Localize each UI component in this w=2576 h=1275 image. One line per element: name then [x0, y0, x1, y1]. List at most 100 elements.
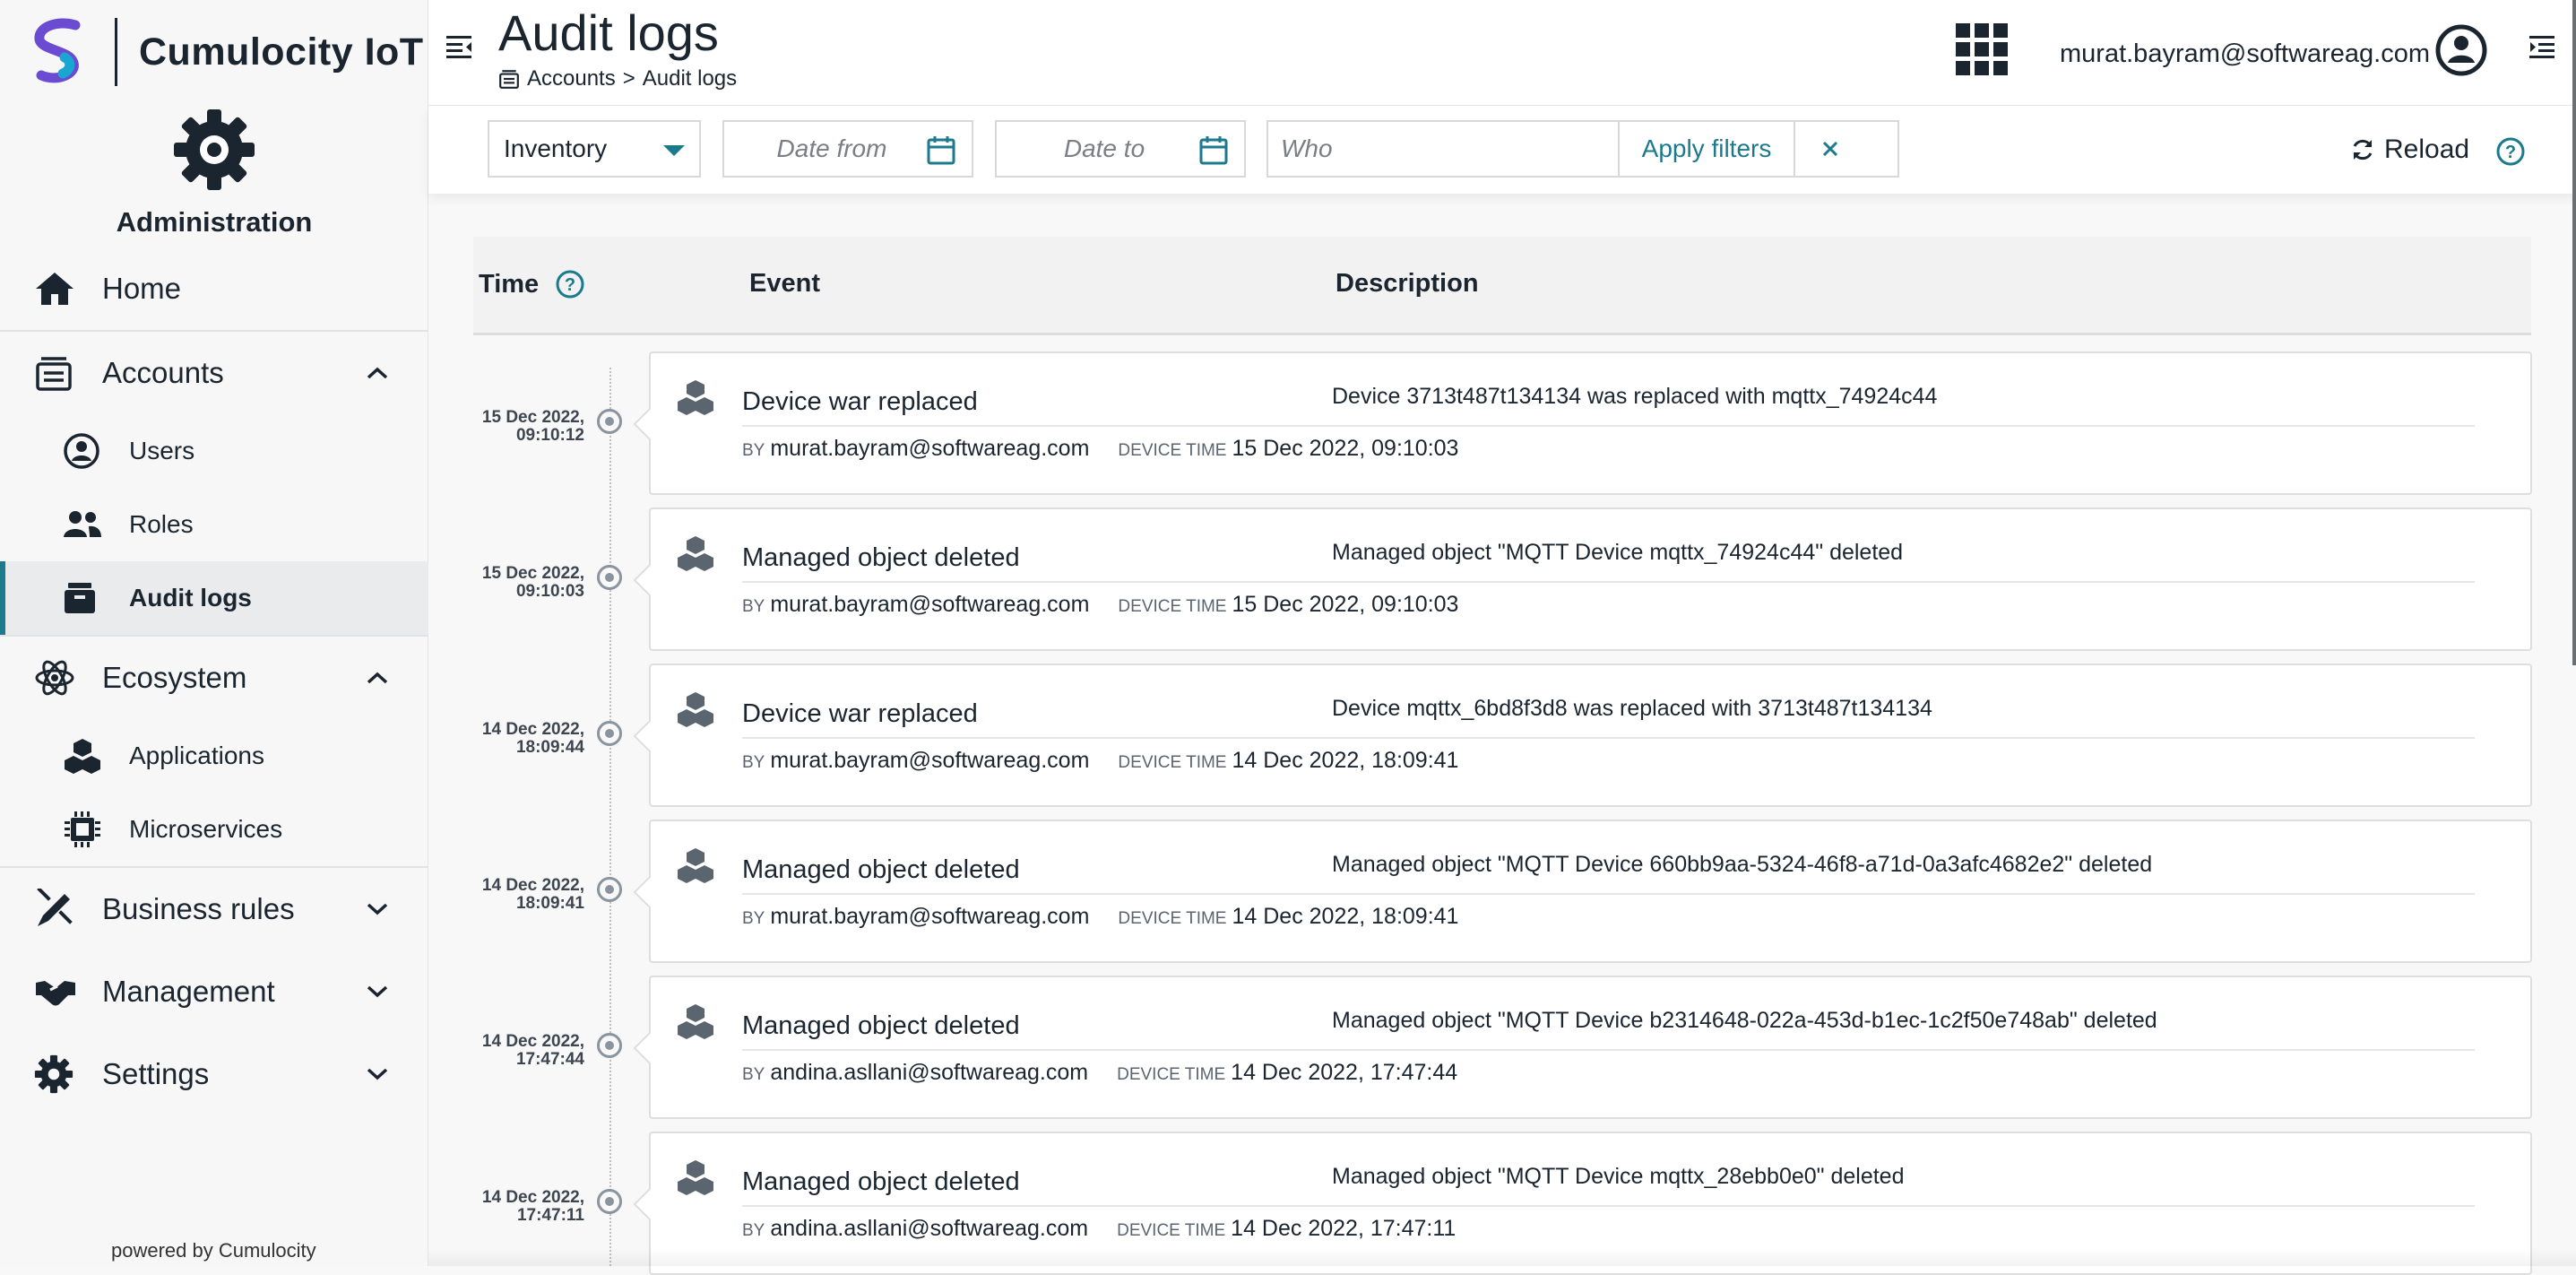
reload-button[interactable]: Reload — [2350, 134, 2469, 165]
scrollbar-thumb[interactable] — [2572, 0, 2576, 665]
device-time-value: 14 Dec 2022, 18:09:41 — [1232, 748, 1459, 773]
brand-name: Cumulocity IoT — [139, 30, 424, 74]
date-from-field[interactable]: Date from — [722, 120, 973, 178]
type-select[interactable]: Inventory — [488, 120, 701, 178]
audit-log-card[interactable]: Device war replaced Device 3713t487t1341… — [649, 351, 2532, 495]
svg-text:?: ? — [565, 275, 575, 295]
breadcrumb-separator: > — [622, 66, 635, 91]
event-description: Managed object "MQTT Device b2314648-022… — [1332, 1008, 2157, 1033]
breadcrumb: Accounts > Audit logs — [498, 66, 737, 91]
row-date: 14 Dec 2022, — [481, 876, 584, 895]
user-avatar-icon[interactable] — [2434, 23, 2488, 77]
event-user: andina.asllani@softwareag.com — [770, 1216, 1089, 1241]
event-description: Managed object "MQTT Device 660bb9aa-532… — [1332, 852, 2153, 877]
audit-log-card[interactable]: Managed object deleted Managed object "M… — [649, 507, 2532, 651]
event-title: Managed object deleted — [742, 1011, 1020, 1040]
event-description: Device mqttx_6bd8f3d8 was replaced with … — [1332, 696, 1932, 721]
applications-cubes-icon — [676, 690, 715, 728]
timeline-dot-icon — [597, 565, 622, 590]
device-time-label: DEVICE TIME — [1118, 909, 1227, 928]
apply-filters-button[interactable]: Apply filters — [1618, 122, 1794, 176]
clear-filters-button[interactable] — [1794, 122, 1865, 176]
audit-log-card[interactable]: Managed object deleted Managed object "M… — [649, 820, 2532, 963]
audit-log-card[interactable]: Device war replaced Device mqttx_6bd8f3d… — [649, 664, 2532, 807]
device-time-label: DEVICE TIME — [1117, 1221, 1226, 1240]
device-time-value: 14 Dec 2022, 17:47:11 — [1231, 1216, 1457, 1241]
applications-cubes-icon — [676, 534, 715, 572]
refresh-icon — [2350, 137, 2375, 162]
help-icon[interactable]: ? — [2495, 136, 2526, 167]
card-divider — [742, 893, 2475, 895]
close-icon — [1821, 140, 1839, 158]
event-meta: BY murat.bayram@softwareag.com DEVICE TI… — [742, 592, 1487, 618]
by-label: BY — [742, 1221, 765, 1240]
user-email[interactable]: murat.bayram@softwareag.com — [2060, 39, 2430, 69]
timeline-dot-icon — [597, 1189, 622, 1214]
who-input[interactable] — [1268, 122, 1618, 176]
event-user: murat.bayram@softwareag.com — [770, 748, 1090, 773]
event-meta: BY murat.bayram@softwareag.com DEVICE TI… — [742, 436, 1487, 462]
by-label: BY — [742, 597, 765, 616]
table-row: 14 Dec 2022, 17:47:44 Managed object del… — [0, 976, 2576, 1119]
right-drawer-toggle-icon[interactable] — [2529, 34, 2556, 59]
applications-cubes-icon — [676, 846, 715, 884]
event-title: Device war replaced — [742, 387, 978, 416]
breadcrumb-parent-link[interactable]: Accounts — [527, 66, 616, 91]
nav-label-home: Home — [102, 272, 182, 305]
device-time-label: DEVICE TIME — [1117, 1065, 1226, 1084]
timeline-dot-icon — [597, 409, 622, 434]
by-label: BY — [742, 441, 765, 460]
timeline-dot-icon — [597, 877, 622, 902]
date-to-field[interactable]: Date to — [995, 120, 1246, 178]
by-label: BY — [742, 909, 765, 928]
event-meta: BY murat.bayram@softwareag.com DEVICE TI… — [742, 748, 1487, 774]
nav-item-home[interactable]: Home — [0, 247, 428, 330]
menu-toggle-icon[interactable] — [446, 34, 473, 59]
row-timestamp: 14 Dec 2022, 17:47:44 — [470, 1033, 584, 1069]
device-time-value: 14 Dec 2022, 18:09:41 — [1232, 904, 1459, 929]
device-time-label: DEVICE TIME — [1118, 597, 1227, 616]
table-row: 15 Dec 2022, 09:10:12 Device war replace… — [0, 351, 2576, 495]
calendar-icon[interactable] — [1199, 134, 1228, 165]
applications-cubes-icon — [676, 1002, 715, 1040]
event-meta: BY andina.asllani@softwareag.com DEVICE … — [742, 1060, 1486, 1086]
row-timestamp: 15 Dec 2022, 09:10:03 — [470, 565, 584, 601]
device-time-value: 14 Dec 2022, 17:47:44 — [1231, 1060, 1458, 1085]
event-description: Managed object "MQTT Device mqttx_28ebb0… — [1332, 1164, 1905, 1189]
app-switcher-grid-icon[interactable] — [1956, 23, 2008, 75]
row-time: 18:09:44 — [515, 738, 584, 757]
by-label: BY — [742, 753, 765, 772]
row-time: 17:47:11 — [516, 1206, 584, 1225]
event-user: murat.bayram@softwareag.com — [770, 436, 1090, 461]
row-date: 15 Dec 2022, — [481, 564, 584, 583]
event-description: Device 3713t487t134134 was replaced with… — [1332, 384, 1938, 409]
page-header: Audit logs Accounts > Audit logs murat.b… — [428, 0, 2576, 106]
filter-bar: Inventory Date from Date to Apply filter… — [428, 106, 2576, 194]
device-time-value: 15 Dec 2022, 09:10:03 — [1232, 436, 1459, 461]
row-timestamp: 14 Dec 2022, 18:09:41 — [470, 877, 584, 913]
cumulocity-logo-icon — [30, 18, 90, 86]
table-row: 15 Dec 2022, 09:10:03 Managed object del… — [0, 507, 2576, 651]
column-header-event: Event — [749, 269, 820, 298]
by-label: BY — [742, 1065, 765, 1084]
event-title: Managed object deleted — [742, 543, 1020, 572]
brand[interactable]: Cumulocity IoT — [30, 18, 424, 86]
event-description: Managed object "MQTT Device mqttx_74924c… — [1332, 540, 1904, 565]
timeline-dot-icon — [597, 721, 622, 746]
who-filter-group: Apply filters — [1266, 120, 1899, 178]
calendar-icon[interactable] — [927, 134, 955, 165]
card-divider — [742, 1049, 2475, 1051]
event-title: Managed object deleted — [742, 855, 1020, 884]
card-divider — [742, 425, 2475, 427]
caret-down-icon — [663, 145, 685, 156]
date-to-placeholder: Date to — [1063, 134, 1145, 162]
row-timestamp: 14 Dec 2022, 18:09:44 — [470, 721, 584, 757]
audit-log-card[interactable]: Managed object deleted Managed object "M… — [649, 976, 2532, 1119]
row-time: 09:10:12 — [515, 426, 584, 445]
event-title: Device war replaced — [742, 699, 978, 728]
help-icon[interactable]: ? — [555, 269, 585, 299]
column-header-description: Description — [1336, 269, 1479, 298]
type-select-value: Inventory — [504, 134, 608, 162]
device-time-label: DEVICE TIME — [1118, 753, 1227, 772]
row-date: 14 Dec 2022, — [481, 1032, 584, 1051]
